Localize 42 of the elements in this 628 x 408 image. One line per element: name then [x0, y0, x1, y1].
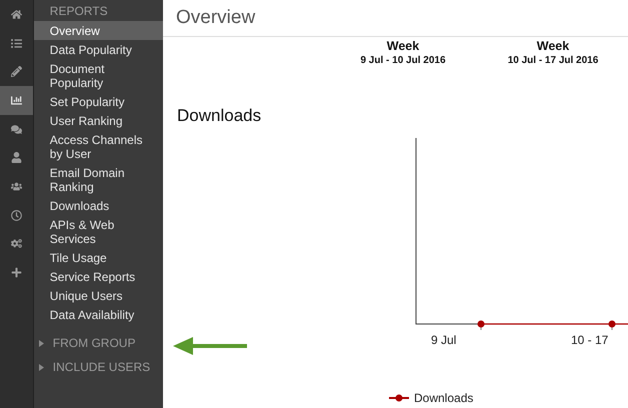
axis-label: 10 - 17 — [571, 333, 608, 347]
menu-item[interactable]: Document Popularity — [34, 59, 163, 92]
chat-icon — [10, 124, 22, 135]
date-range: 10 Jul - 17 Jul 2016 — [508, 55, 598, 66]
bar-chart-icon — [10, 94, 22, 106]
caret-icon — [38, 340, 45, 346]
column-heading: Week — [386, 39, 420, 53]
home-icon — [10, 8, 22, 20]
menu-item[interactable]: Unique Users — [34, 286, 163, 305]
data-point — [478, 320, 484, 328]
page-title: Overview — [163, 0, 628, 37]
group-toggle[interactable]: INCLUDE USERS — [34, 355, 163, 379]
group-toggle[interactable]: FROM GROUP — [34, 331, 163, 355]
rail-button[interactable] — [0, 86, 33, 115]
chart-title: Downloads — [176, 105, 262, 126]
axis-label: 9 Jul — [431, 333, 456, 347]
legend-icon — [389, 394, 409, 402]
menu-item[interactable]: APIs & Web Services — [34, 215, 163, 248]
menu-item[interactable]: Service Reports — [34, 267, 163, 286]
user-icon — [10, 152, 22, 164]
legend-label: Downloads — [414, 391, 474, 405]
menu-item[interactable]: Access Channels by User — [34, 130, 163, 163]
menu-item[interactable]: Data Availability — [34, 305, 163, 324]
menu-item[interactable]: User Ranking — [34, 111, 163, 130]
plus-icon — [10, 267, 22, 278]
menu-item[interactable]: Overview — [34, 21, 163, 40]
menu-item[interactable]: Tile Usage — [34, 248, 163, 267]
list-icon — [10, 38, 22, 49]
arrow-icon — [173, 337, 247, 355]
menu-item[interactable]: Email Domain Ranking — [34, 163, 163, 196]
section-heading: REPORTS — [48, 4, 109, 20]
settings-icon — [10, 238, 22, 250]
users-icon — [10, 180, 22, 192]
pencil-icon — [10, 66, 22, 78]
menu-item[interactable]: Data Popularity — [34, 40, 163, 59]
date-range: 9 Jul - 10 Jul 2016 — [360, 55, 446, 66]
clock-icon — [10, 210, 22, 221]
column-heading: Week — [536, 39, 570, 53]
data-point — [608, 320, 616, 328]
menu-item[interactable]: Set Popularity — [34, 92, 163, 111]
menu-item[interactable]: Downloads — [34, 196, 163, 215]
caret-icon — [38, 364, 45, 370]
